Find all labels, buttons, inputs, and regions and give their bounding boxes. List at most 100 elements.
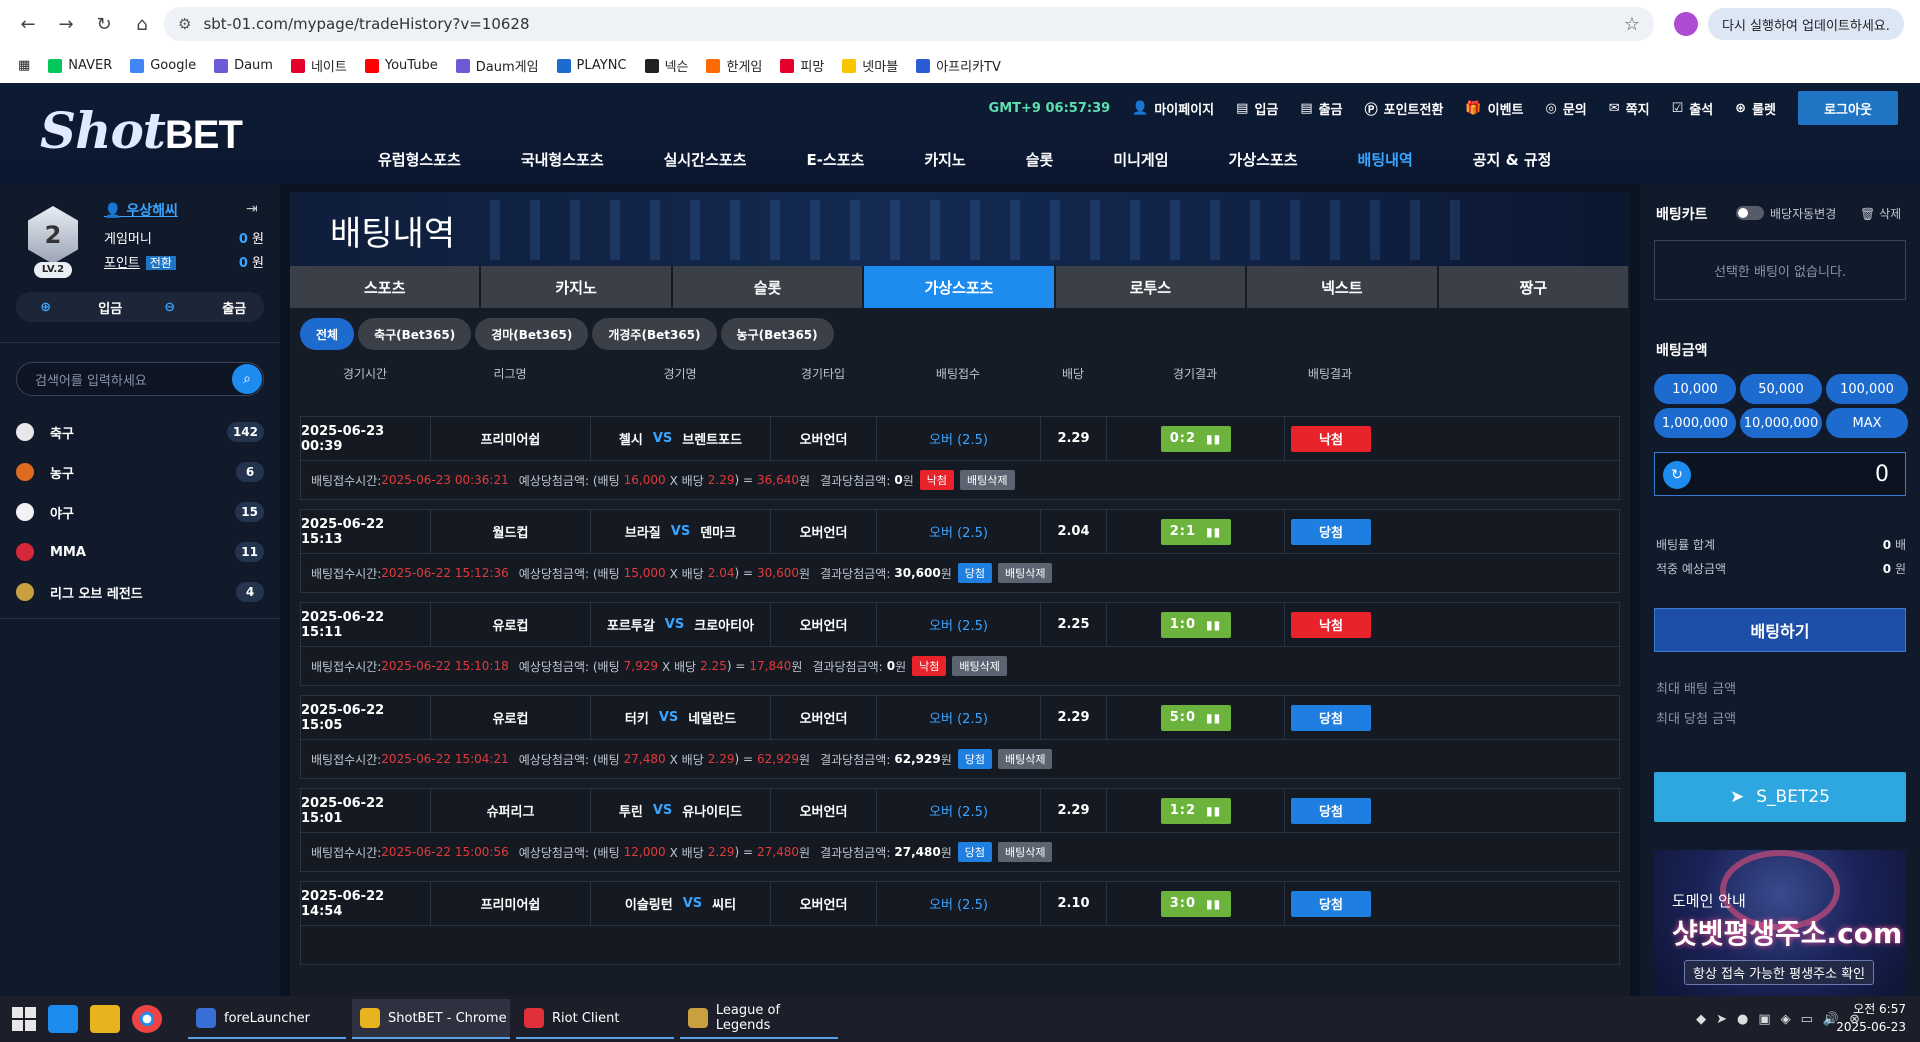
nav-item[interactable]: E-스포츠 [806, 149, 864, 170]
site-info-icon[interactable]: ⚙ [178, 15, 191, 33]
chrome-icon[interactable] [132, 1005, 162, 1033]
tab-3[interactable]: 가상스포츠 [864, 266, 1056, 308]
point-label[interactable]: 포인트 [104, 256, 140, 271]
sport-item[interactable]: 리그 오브 레전드 4 [16, 572, 264, 612]
file-explorer-icon[interactable] [90, 1005, 120, 1033]
network-icon[interactable]: ▭ [1801, 1012, 1813, 1027]
subtab-2[interactable]: 경마(Bet365) [475, 318, 589, 350]
domain-promo-banner[interactable]: 도메인 안내 샷벳평생주소.com 항상 접속 가능한 평생주소 확인 [1654, 850, 1906, 996]
util-calendar[interactable]: ☑ 출석 [1672, 99, 1714, 118]
tab-1[interactable]: 카지노 [481, 266, 673, 308]
nav-item[interactable]: 미니게임 [1113, 149, 1168, 170]
score-button[interactable]: 1:2 ▮▮ [1160, 797, 1231, 824]
withdraw-button[interactable]: ⊖ 출금 [140, 292, 264, 322]
update-button[interactable]: 다시 실행하여 업데이트하세요. [1708, 8, 1904, 40]
tab-0[interactable]: 스포츠 [290, 266, 482, 308]
delete-bet-button[interactable]: 배팅삭제 [952, 656, 1007, 676]
tab-2[interactable]: 슬롯 [672, 266, 865, 308]
bookmark-item[interactable]: PLAYNC [556, 58, 627, 73]
search-icon[interactable]: ⌕ [232, 364, 262, 394]
amount-button[interactable]: 10,000 [1654, 374, 1736, 404]
nav-item[interactable]: 실시간스포츠 [664, 149, 747, 170]
app-tray-icon[interactable]: ▣ [1758, 1012, 1770, 1027]
amount-button[interactable]: MAX [1826, 408, 1908, 438]
delete-bet-button[interactable]: 배팅삭제 [997, 563, 1053, 583]
logout-button[interactable]: 로그아웃 [1798, 91, 1898, 125]
bookmark-item[interactable]: Google [130, 58, 196, 73]
taskbar-app[interactable]: ShotBET - Chrome [352, 999, 510, 1039]
sport-item[interactable]: 농구 6 [16, 452, 264, 492]
util-headset[interactable]: ◎ 문의 [1546, 99, 1587, 118]
username[interactable]: 👤 우상해씨 [104, 200, 178, 220]
nav-item[interactable]: 공지 & 규정 [1473, 149, 1552, 170]
amount-button[interactable]: 50,000 [1740, 374, 1822, 404]
sport-item[interactable]: MMA 11 [16, 532, 264, 572]
telegram-button[interactable]: ➤ S_BET25 [1654, 772, 1906, 822]
tab-6[interactable]: 짱구 [1438, 266, 1630, 308]
nav-item[interactable]: 가상스포츠 [1229, 149, 1298, 170]
apps-grid-icon[interactable]: ▦ [18, 58, 30, 73]
nav-item[interactable]: 슬롯 [1026, 149, 1054, 170]
tab-4[interactable]: 로투스 [1055, 266, 1248, 308]
cart-delete-button[interactable]: 🗑 삭제 [1860, 205, 1901, 222]
riot-tray-icon[interactable]: ◆ [1696, 1012, 1706, 1027]
subtab-4[interactable]: 농구(Bet365) [720, 318, 834, 350]
amount-button[interactable]: 10,000,000 [1740, 408, 1822, 438]
back-icon[interactable]: ← [12, 8, 44, 40]
util-mail[interactable]: ✉ 쪽지 [1609, 99, 1650, 118]
score-button[interactable]: 5:0 ▮▮ [1160, 704, 1231, 731]
util-point[interactable]: Ⓟ 포인트전환 [1365, 99, 1444, 118]
nvidia-tray-icon[interactable]: ◈ [1781, 1012, 1791, 1027]
bookmark-item[interactable]: 피망 [780, 56, 824, 75]
url-text[interactable]: sbt-01.com/mypage/tradeHistory?v=10628 [203, 15, 1623, 33]
taskbar-app[interactable]: Riot Client [516, 999, 674, 1039]
score-button[interactable]: 1:0 ▮▮ [1160, 611, 1231, 638]
profile-avatar[interactable] [1674, 12, 1698, 36]
home-icon[interactable]: ⌂ [126, 8, 158, 40]
delete-bet-button[interactable]: 배팅삭제 [997, 749, 1053, 769]
bookmark-item[interactable]: NAVER [48, 58, 112, 73]
bet-amount-input[interactable]: ↻ 0 [1654, 452, 1906, 496]
place-bet-button[interactable]: 배팅하기 [1654, 608, 1906, 652]
taskbar-app[interactable]: League of Legends [680, 999, 838, 1039]
address-bar[interactable]: ⚙ sbt-01.com/mypage/tradeHistory?v=10628… [164, 7, 1654, 41]
nav-item[interactable]: 배팅내역 [1358, 149, 1413, 170]
deposit-button[interactable]: ⊕ 입금 [16, 292, 140, 322]
amount-button[interactable]: 100,000 [1826, 374, 1908, 404]
sport-item[interactable]: 야구 15 [16, 492, 264, 532]
reload-icon[interactable]: ↻ [88, 8, 120, 40]
bookmark-star-icon[interactable]: ☆ [1624, 14, 1640, 35]
subtab-0[interactable]: 전체 [300, 318, 355, 350]
util-roulette[interactable]: ⊛ 룰렛 [1735, 99, 1776, 118]
nav-item[interactable]: 유럽형스포츠 [378, 149, 461, 170]
reset-icon[interactable]: ↻ [1663, 461, 1691, 489]
util-deposit[interactable]: ▤ 입금 [1236, 99, 1278, 118]
sport-item[interactable]: 축구 142 [16, 412, 264, 452]
bookmark-item[interactable]: Daum [214, 58, 273, 73]
score-button[interactable]: 2:1 ▮▮ [1160, 518, 1231, 545]
bookmark-item[interactable]: 한게임 [706, 56, 762, 75]
nav-item[interactable]: 국내형스포츠 [521, 149, 604, 170]
score-button[interactable]: 3:0 ▮▮ [1160, 890, 1231, 917]
bookmark-item[interactable]: 네이트 [290, 56, 347, 75]
util-gift[interactable]: 🎁 이벤트 [1465, 99, 1523, 118]
site-logo[interactable]: ShotBET [40, 101, 243, 160]
util-withdraw[interactable]: ▤ 출금 [1300, 99, 1342, 118]
desktop-icon[interactable] [48, 1005, 78, 1033]
nav-item[interactable]: 카지노 [924, 149, 965, 170]
record-tray-icon[interactable]: ● [1737, 1012, 1748, 1027]
util-user[interactable]: 👤 마이페이지 [1132, 99, 1214, 118]
forward-icon[interactable]: → [50, 8, 82, 40]
windows-start-icon[interactable] [12, 1007, 36, 1031]
tab-5[interactable]: 넥스트 [1247, 266, 1439, 308]
bookmark-item[interactable]: 넷마블 [842, 56, 898, 75]
bookmark-item[interactable]: 아프리카TV [916, 56, 1001, 75]
bookmark-item[interactable]: Daum게임 [455, 56, 539, 75]
score-button[interactable]: 0:2 ▮▮ [1160, 425, 1231, 452]
subtab-3[interactable]: 개경주(Bet365) [592, 318, 717, 350]
point-convert-button[interactable]: 전환 [145, 256, 176, 270]
logout-icon[interactable]: ⇥ [246, 201, 258, 217]
taskbar-app[interactable]: foreLauncher [188, 999, 346, 1039]
bookmark-item[interactable]: 넥슨 [644, 56, 688, 75]
telegram-tray-icon[interactable]: ➤ [1716, 1012, 1727, 1027]
